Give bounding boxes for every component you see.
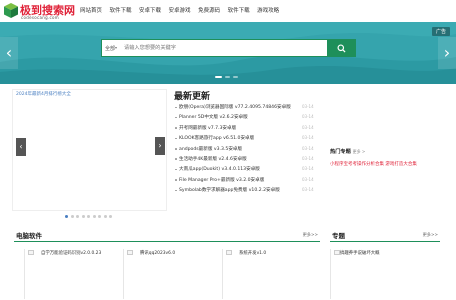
list-item-date: 03-14 <box>302 114 314 120</box>
list-item-date: 03-14 <box>302 176 314 182</box>
site-header: 极到搜索网 codesocang.com 网站首页 软件下载 安卓下载 安卓游戏… <box>0 0 456 22</box>
list-item-name[interactable]: 生活助手4K最新版 v2.4.6安卓版 <box>179 157 247 162</box>
nav-android[interactable]: 安卓下载 <box>139 6 161 14</box>
list-item[interactable]: 开考网最新版 v7.7.3安卓版 03-14 <box>174 125 322 135</box>
software-card[interactable]: 自学万能验证码识别v2.0.0.23 <box>24 249 101 299</box>
list-item-name[interactable]: andpods最新版 v3.3.5安卓版 <box>179 147 242 152</box>
section-title: 专题 <box>332 232 345 240</box>
list-item-date: 03-14 <box>302 135 314 141</box>
slider-dot[interactable] <box>98 215 101 218</box>
banner-next-arrow[interactable]: › <box>438 37 456 69</box>
hot-topics: 热门专题 更多 > 小程序宝考考操作分析合集 游戏打造大合集 <box>330 148 445 167</box>
nav-home[interactable]: 网站首页 <box>80 6 102 14</box>
software-name[interactable]: 腾讯qq2023v6.0 <box>140 250 175 256</box>
slider-dot[interactable] <box>109 215 112 218</box>
list-item[interactable]: Planner 5D中文版 v2.6.2安卓版 03-14 <box>174 114 322 124</box>
banner-dot[interactable] <box>215 76 222 78</box>
list-item-name[interactable]: Symbolab数学求解器app免费版 v10.2.2安卓版 <box>179 188 280 193</box>
pc-software-header: 电脑软件 更多>> <box>14 230 320 242</box>
slider-dot[interactable] <box>81 215 85 218</box>
list-item[interactable]: 大南瓜app(Duokit) v3.4.0.113安卓版 03-14 <box>174 166 322 176</box>
search-bar: 全部 ▾ <box>101 39 356 57</box>
thumbnail-icon <box>28 250 34 255</box>
banner-prev-arrow[interactable]: ‹ <box>0 37 18 69</box>
list-item-date: 03-14 <box>302 104 314 109</box>
list-item[interactable]: File Manager Pro+最新版 v3.2.0安卓版 03-14 <box>174 177 322 187</box>
list-item-date: 03-14 <box>302 145 314 151</box>
slider-dot[interactable] <box>92 215 96 218</box>
ad-badge: 广告 <box>431 27 450 36</box>
list-item[interactable]: KLOOK客路旅行app v6.51.0安卓版 03-14 <box>174 135 322 145</box>
list-item-name[interactable]: 大南瓜app(Duokit) v3.4.0.113安卓版 <box>179 167 260 172</box>
logo-subtitle: codesocang.com <box>21 15 59 20</box>
search-icon <box>337 43 346 53</box>
nav-game-guides[interactable]: 游戏攻略 <box>257 6 279 14</box>
special-card[interactable]: 搞趣养手说破坏大概 <box>330 249 442 299</box>
nav-software[interactable]: 软件下载 <box>110 6 132 14</box>
search-category[interactable]: 全部 <box>105 45 115 52</box>
list-item-name[interactable]: 开考网最新版 v7.7.3安卓版 <box>179 126 236 131</box>
list-item-date: 03-14 <box>302 155 314 161</box>
slider-dot[interactable] <box>87 215 90 218</box>
featured-slider[interactable]: 2024年最新4月排行榜大全 ‹ <box>12 89 167 211</box>
list-item[interactable]: 生活助手4K最新版 v2.4.6安卓版 03-14 <box>174 156 322 166</box>
slider-dot[interactable] <box>103 215 107 218</box>
list-item-date: 03-14 <box>302 187 314 193</box>
list-item-name[interactable]: 欧朋(Opera)浏览器国际版 v77.2.4095.74846安卓版 <box>179 105 291 110</box>
thumbnail-icon <box>226 250 232 255</box>
more-link[interactable]: 更多>> <box>423 232 438 238</box>
slider-dot[interactable] <box>65 215 68 218</box>
software-card[interactable]: 系统开发v1.0 <box>222 249 290 299</box>
topics-more-link[interactable]: 更多 > <box>353 149 366 154</box>
nav-android-games[interactable]: 安卓游戏 <box>169 6 191 14</box>
more-link[interactable]: 更多>> <box>303 232 318 238</box>
slider-dot[interactable] <box>76 215 79 218</box>
logo-cube-icon <box>4 3 18 18</box>
list-item[interactable]: 欧朋(Opera)浏览器国际版 v77.2.4095.74846安卓版 03-14 <box>174 104 322 114</box>
list-item-name[interactable]: Planner 5D中文版 v2.6.2安卓版 <box>179 115 248 120</box>
topics-title: 热门专题 更多 > <box>330 149 366 155</box>
list-item-name[interactable]: File Manager Pro+最新版 v3.2.0安卓版 <box>179 178 264 183</box>
thumbnail-icon <box>127 250 133 255</box>
search-button[interactable] <box>327 39 356 57</box>
software-name[interactable]: 系统开发v1.0 <box>239 250 266 256</box>
software-card[interactable]: 腾讯qq2023v6.0 <box>123 249 191 299</box>
nav-source-code[interactable]: 免费源码 <box>198 6 220 14</box>
banner-dot[interactable] <box>225 76 230 78</box>
banner-pagination <box>215 76 238 78</box>
list-item[interactable]: Symbolab数学求解器app免费版 v10.2.2安卓版 03-14 <box>174 187 322 197</box>
slider-pagination <box>65 215 112 218</box>
latest-list: 欧朋(Opera)浏览器国际版 v77.2.4095.74846安卓版 03-14… <box>174 104 322 198</box>
list-item-date: 03-14 <box>302 124 314 130</box>
list-item[interactable]: andpods最新版 v3.3.5安卓版 03-14 <box>174 146 322 156</box>
slider-caption[interactable]: 2024年最新4月排行榜大全 <box>16 91 71 97</box>
latest-updates: 最新更新 欧朋(Opera)浏览器国际版 v77.2.4095.74846安卓版… <box>174 89 322 198</box>
banner: ‹ › 广告 全部 ▾ <box>0 22 456 84</box>
section-title: 电脑软件 <box>16 232 42 240</box>
list-item-name[interactable]: KLOOK客路旅行app v6.51.0安卓版 <box>179 136 254 141</box>
main-nav: 网站首页 软件下载 安卓下载 安卓游戏 免费源码 软件下载 游戏攻略 <box>80 6 287 14</box>
special-header: 专题 更多>> <box>330 230 440 242</box>
slider-next-arrow[interactable]: › <box>155 137 165 155</box>
software-name[interactable]: 自学万能验证码识别v2.0.0.23 <box>41 250 101 256</box>
search-input[interactable] <box>124 41 324 55</box>
site-logo[interactable]: 极到搜索网 codesocang.com <box>4 2 75 20</box>
special-name[interactable]: 搞趣养手说破坏大概 <box>340 250 380 256</box>
topics-links[interactable]: 小程序宝考考操作分析合集 游戏打造大合集 <box>330 161 445 167</box>
slider-dot[interactable] <box>70 215 74 218</box>
banner-dot[interactable] <box>233 76 238 78</box>
nav-software-2[interactable]: 软件下载 <box>228 6 250 14</box>
latest-title: 最新更新 <box>174 92 211 102</box>
list-item-date: 03-14 <box>302 166 314 172</box>
chevron-down-icon[interactable]: ▾ <box>115 45 117 50</box>
slider-prev-arrow[interactable]: ‹ <box>16 138 26 156</box>
